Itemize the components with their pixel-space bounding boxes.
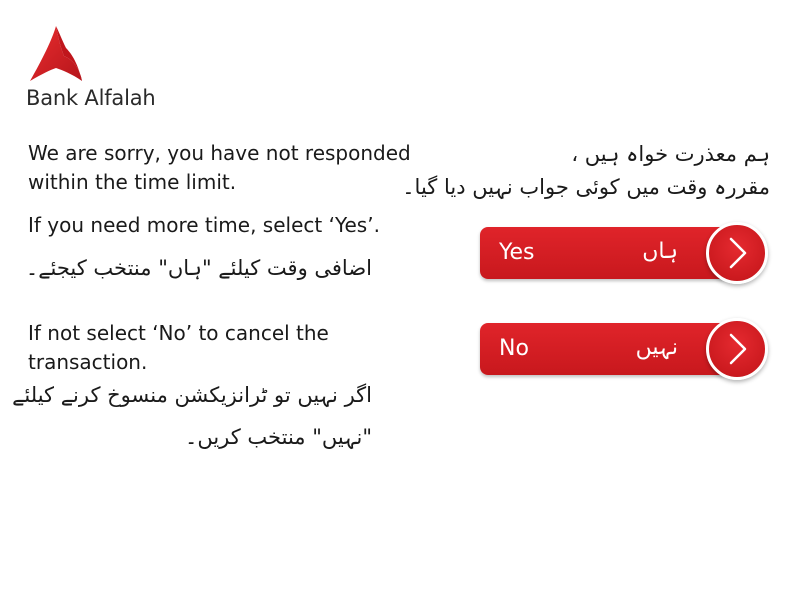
no-arrow-button[interactable] <box>706 318 768 380</box>
timeout-message-en-line2: within the time limit. <box>28 170 237 194</box>
timeout-message-ur-line1: ہم معذرت خواہ ہیں ، <box>571 142 770 166</box>
no-button-label-ur: نہیں <box>635 335 678 360</box>
no-instruction-en-line2: transaction. <box>28 350 148 374</box>
yes-button-label-en: Yes <box>499 240 535 265</box>
yes-arrow-button[interactable] <box>706 222 768 284</box>
chevron-right-icon <box>729 237 747 269</box>
no-instruction-en-line1: If not select ‘No’ to cancel the <box>28 321 329 345</box>
no-instruction-ur-line1: اگر نہیں تو ٹرانزیکشن منسوخ کرنے کیلئے <box>12 383 372 407</box>
yes-instruction-ur: اضافی وقت کیلئے "ہاں" منتخب کیجئے۔ <box>25 256 372 280</box>
timeout-message-en-line1: We are sorry, you have not responded <box>28 141 411 165</box>
no-button[interactable]: No نہیں <box>480 323 730 375</box>
bank-alfalah-logo: Bank Alfalah <box>26 26 166 116</box>
yes-button[interactable]: Yes ہاں <box>480 227 730 279</box>
chevron-right-icon <box>729 333 747 365</box>
timeout-message-ur-line2: مقررہ وقت میں کوئی جواب نہیں دیا گیا۔ <box>402 175 770 199</box>
no-instruction-ur-line2: "نہیں" منتخب کریں۔ <box>185 425 372 449</box>
no-button-label-en: No <box>499 336 529 361</box>
brand-name: Bank Alfalah <box>26 86 156 110</box>
yes-button-label-ur: ہاں <box>642 239 678 264</box>
yes-instruction-en: If you need more time, select ‘Yes’. <box>28 213 380 237</box>
alfalah-logo-icon <box>30 26 82 81</box>
